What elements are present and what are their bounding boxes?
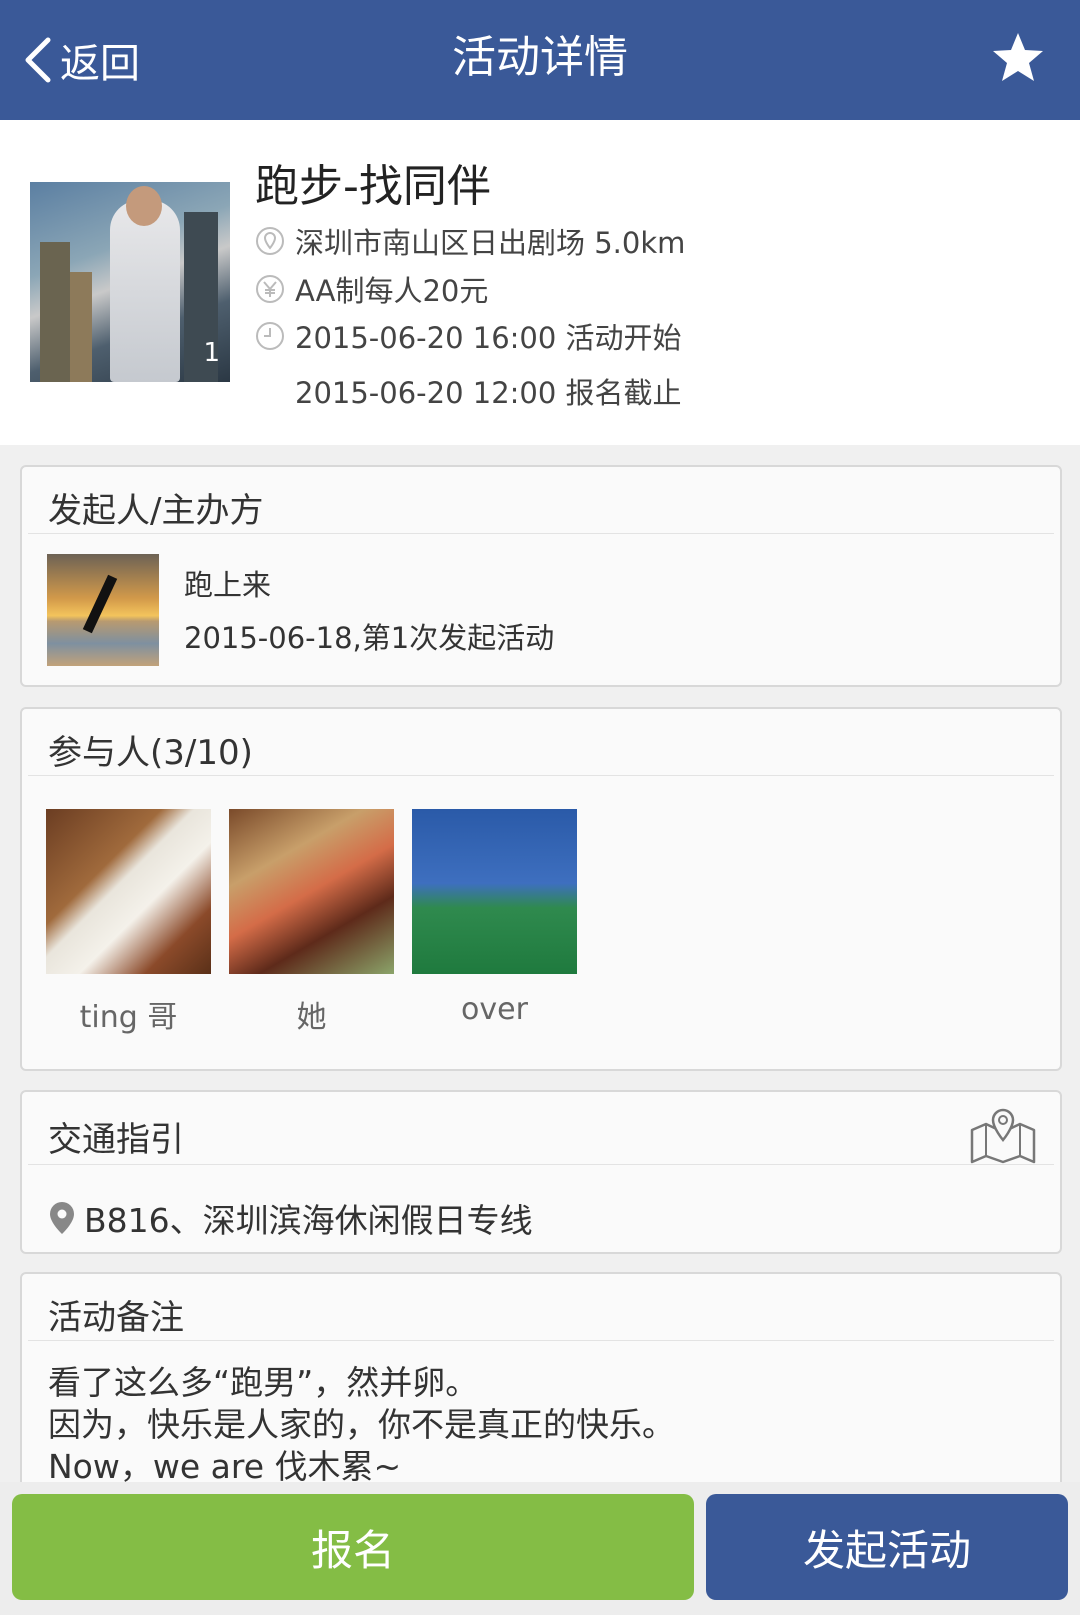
notes-section-title: 活动备注 xyxy=(48,1298,184,1338)
participant-item[interactable]: ting 哥 xyxy=(46,809,211,1036)
top-nav-bar: 返回 活动详情 xyxy=(0,0,1080,120)
organizer-history: 2015-06-18,第1次发起活动 xyxy=(184,621,555,655)
route-row: B816、深圳滨海休闲假日专线 xyxy=(48,1194,533,1242)
cover-badge: 1 xyxy=(203,338,220,368)
bottom-action-bar: 报名 发起活动 xyxy=(0,1482,1080,1615)
organizer-section-title: 发起人/主办方 xyxy=(48,491,264,531)
location-text: 深圳市南山区日出剧场 5.0km xyxy=(295,226,686,260)
participants-card: 参与人(3/10) ting 哥 她 over xyxy=(20,707,1062,1071)
participant-item[interactable]: over xyxy=(412,809,577,1027)
signup-button[interactable]: 报名 xyxy=(12,1494,694,1600)
organizer-card: 发起人/主办方 跑上来 2015-06-18,第1次发起活动 xyxy=(20,465,1062,687)
participant-avatar xyxy=(229,809,394,974)
activity-title: 跑步-找同伴 xyxy=(255,161,491,212)
participant-name: over xyxy=(461,992,528,1027)
deadline-text: 2015-06-20 12:00 报名截止 xyxy=(295,376,682,410)
map-icon[interactable] xyxy=(968,1106,1038,1166)
participant-name: 她 xyxy=(296,1000,327,1035)
notes-line: 看了这么多“跑男”，然并卵。 xyxy=(48,1363,479,1402)
participant-name: ting 哥 xyxy=(79,1000,178,1035)
start-time-text: 2015-06-20 16:00 活动开始 xyxy=(295,321,682,355)
participant-avatar xyxy=(412,809,577,974)
location-pin-icon xyxy=(256,227,284,255)
fee-row: AA制每人20元 xyxy=(255,268,488,310)
launch-activity-button[interactable]: 发起活动 xyxy=(706,1494,1068,1600)
notes-body: 看了这么多“跑男”，然并卵。 因为，快乐是人家的，你不是真正的快乐。 Now，w… xyxy=(48,1362,675,1488)
fee-text: AA制每人20元 xyxy=(295,274,489,308)
star-icon[interactable] xyxy=(990,30,1046,86)
organizer-name[interactable]: 跑上来 xyxy=(184,562,271,604)
clock-icon xyxy=(256,322,284,350)
start-time-row: 2015-06-20 16:00 活动开始 xyxy=(255,315,682,357)
organizer-avatar[interactable] xyxy=(47,554,159,666)
activity-cover-image[interactable]: 1 xyxy=(30,182,230,382)
traffic-card: 交通指引 B816、深圳滨海休闲假日专线 xyxy=(20,1090,1062,1254)
page-title: 活动详情 xyxy=(452,32,628,83)
participant-item[interactable]: 她 xyxy=(229,809,394,1036)
notes-line: 因为，快乐是人家的，你不是真正的快乐。 xyxy=(48,1405,675,1444)
participant-avatar xyxy=(46,809,211,974)
location-pin-icon xyxy=(50,1202,74,1234)
route-text: B816、深圳滨海休闲假日专线 xyxy=(84,1201,533,1240)
participants-section-title: 参与人(3/10) xyxy=(48,733,253,773)
deadline-row: 2015-06-20 12:00 报名截止 xyxy=(295,370,682,412)
location-row: 深圳市南山区日出剧场 5.0km xyxy=(255,220,685,262)
activity-summary: 1 跑步-找同伴 深圳市南山区日出剧场 5.0km AA制每人20元 2015-… xyxy=(0,120,1080,445)
yuan-icon xyxy=(256,275,284,303)
traffic-section-title: 交通指引 xyxy=(48,1120,184,1160)
